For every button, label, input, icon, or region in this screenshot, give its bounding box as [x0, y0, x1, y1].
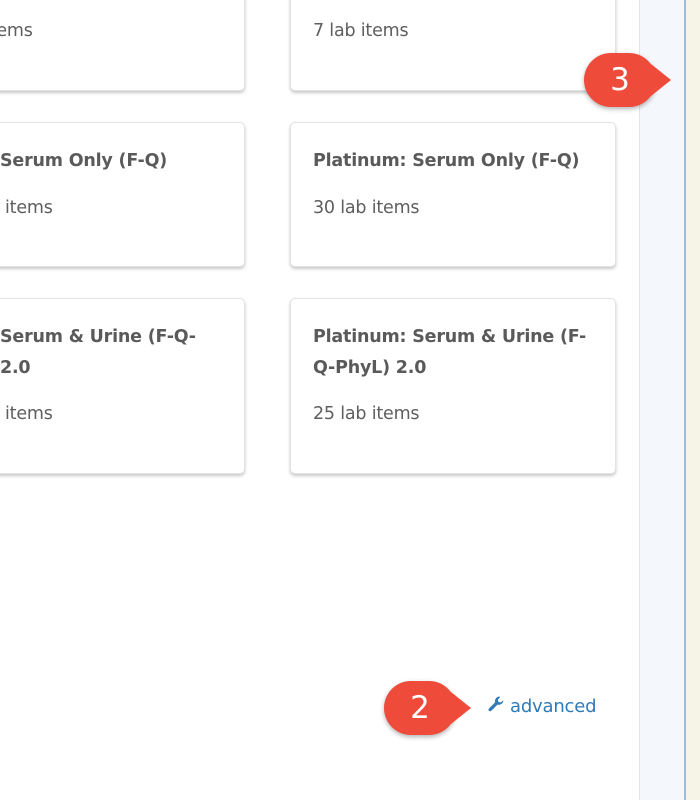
card-subtitle: items: [0, 21, 33, 41]
card-subtitle: 7 lab items: [313, 21, 409, 41]
card-title-line: Q-PhyL) 2.0: [313, 358, 427, 378]
side-panel-strip: [684, 0, 700, 800]
card-title-line: Serum & Urine (F-Q-: [0, 327, 196, 347]
panel-card[interactable]: items: [0, 0, 245, 91]
card-subtitle: items: [5, 404, 53, 424]
step-badge-3: 3: [584, 53, 671, 107]
advanced-link[interactable]: advanced: [486, 694, 597, 719]
step-badge-2: 2: [384, 681, 471, 735]
card-title-line: Platinum: Serum & Urine (F-: [313, 327, 587, 347]
main-content: items 7 lab items Serum Only (F-Q) items…: [0, 0, 639, 800]
panel-card[interactable]: Serum & Urine (F-Q- 2.0 items: [0, 298, 245, 474]
wrench-icon: [486, 694, 506, 719]
card-subtitle: items: [5, 198, 53, 218]
card-title: Serum Only (F-Q): [0, 151, 168, 171]
card-title-line: 2.0: [0, 358, 31, 378]
card-title: Platinum: Serum Only (F-Q): [313, 151, 580, 171]
panel-card[interactable]: Platinum: Serum Only (F-Q) 30 lab items: [290, 122, 616, 267]
advanced-link-label: advanced: [510, 696, 597, 717]
panel-card[interactable]: Serum Only (F-Q) items: [0, 122, 245, 267]
card-subtitle: 25 lab items: [313, 404, 420, 424]
panel-card[interactable]: 7 lab items: [290, 0, 616, 91]
card-subtitle: 30 lab items: [313, 198, 420, 218]
panel-card[interactable]: Platinum: Serum & Urine (F- Q-PhyL) 2.0 …: [290, 298, 616, 474]
